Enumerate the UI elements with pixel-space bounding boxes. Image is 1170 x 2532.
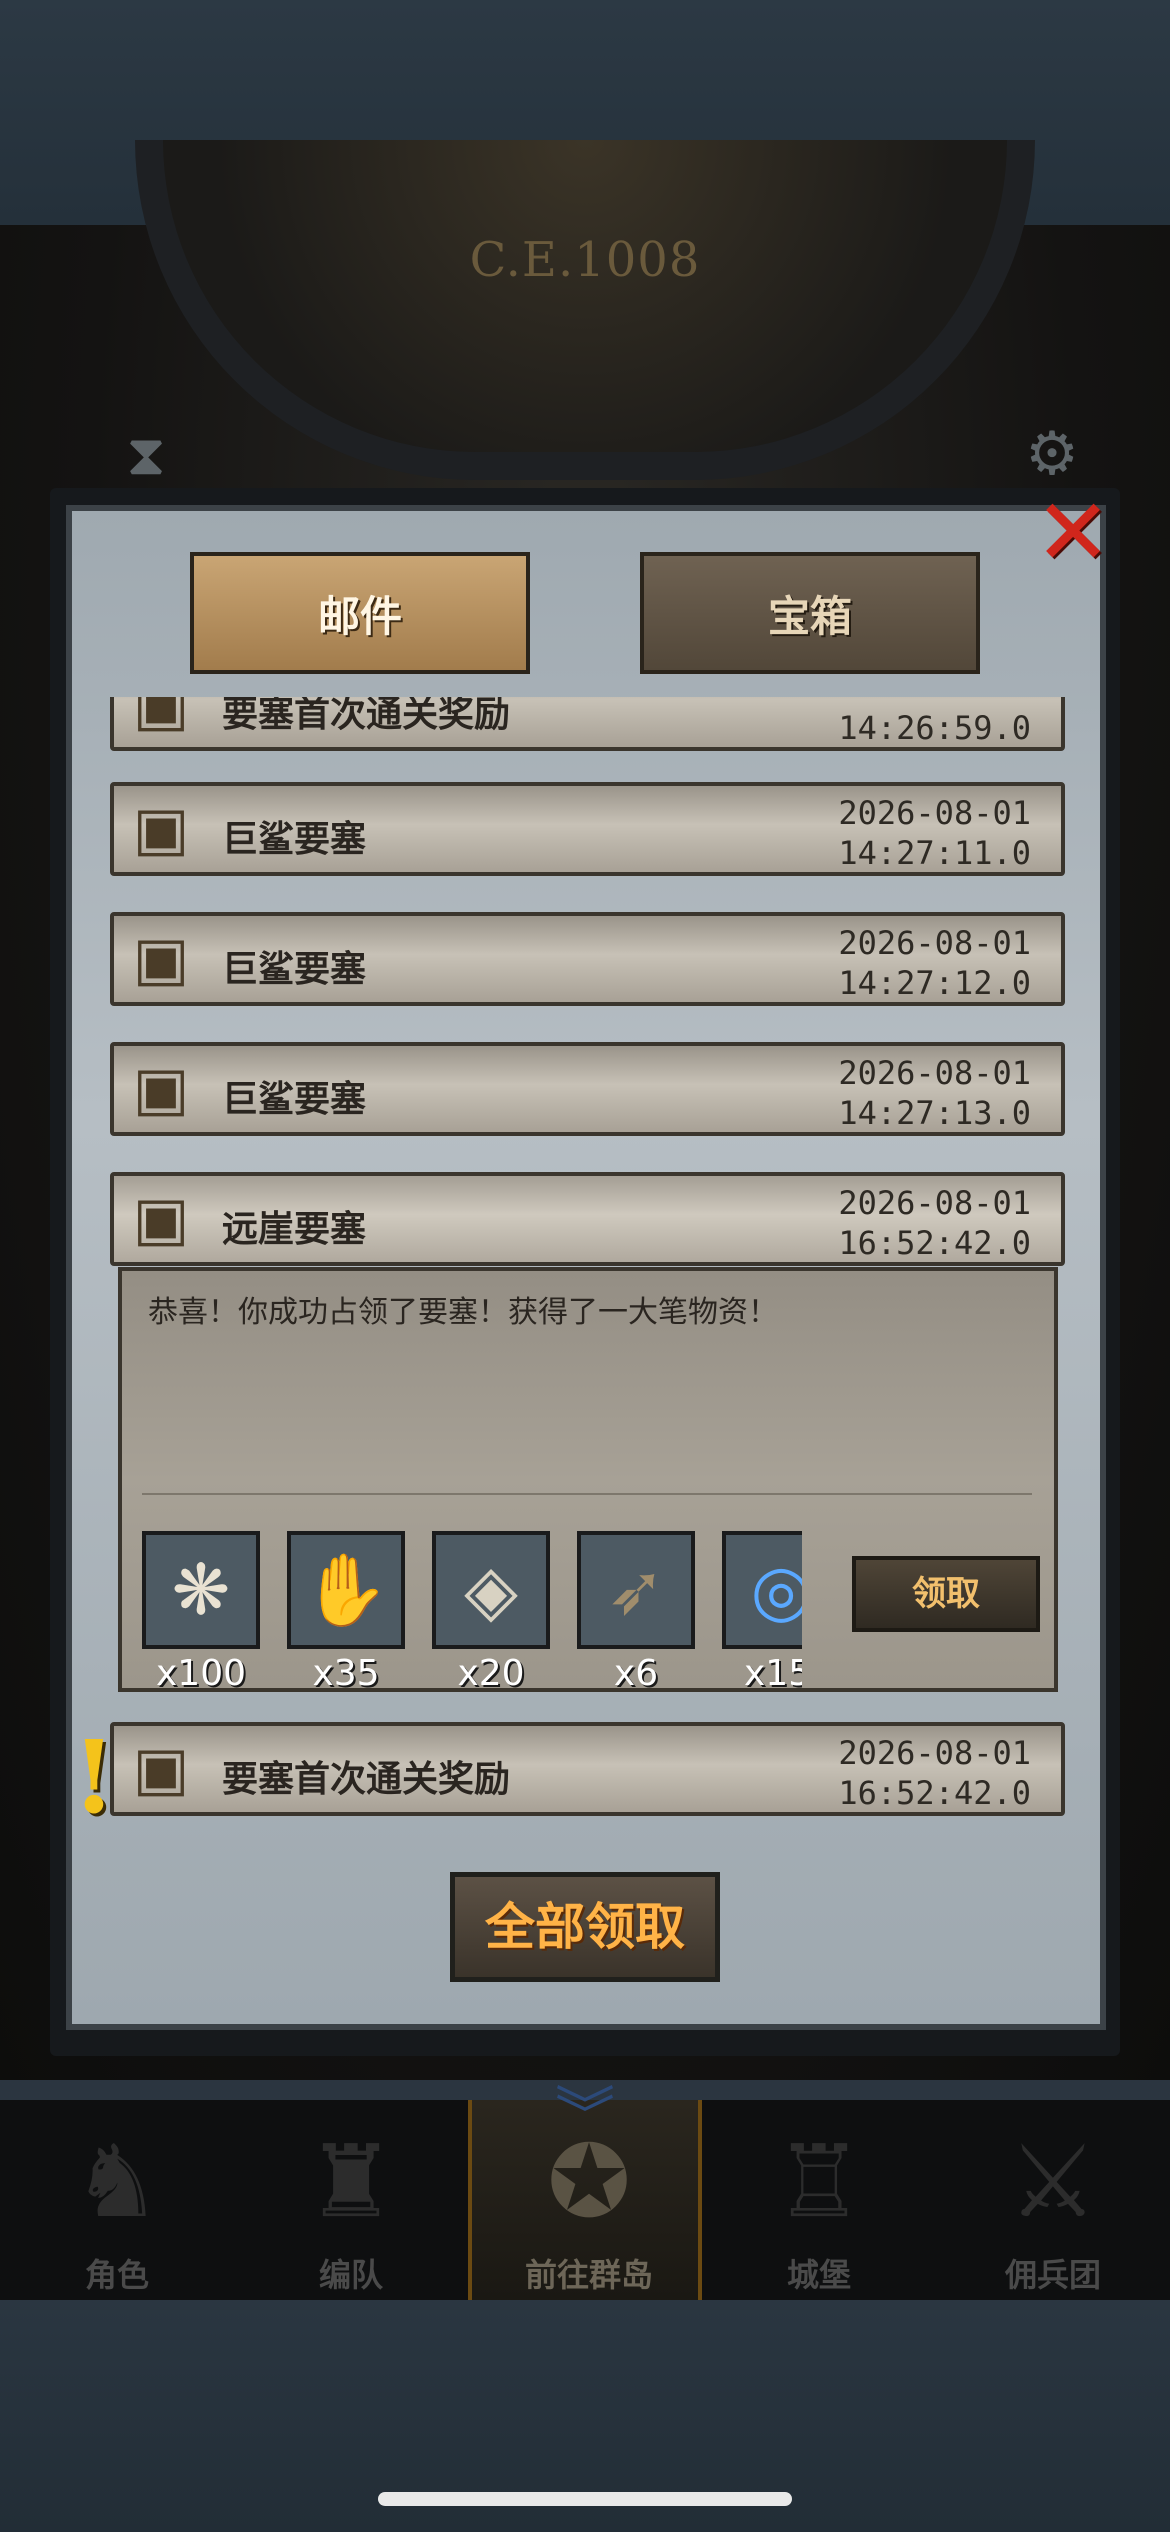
nav-label: 前往群岛	[524, 2256, 653, 2294]
mail-date: 2026-08-01	[838, 1184, 1031, 1222]
mail-row[interactable]: ▣ 要塞首次通关奖励 2026-08-01 16:52:42.0	[110, 1722, 1065, 1816]
home-indicator[interactable]	[378, 2492, 792, 2506]
tab-chest[interactable]: 宝箱	[640, 552, 980, 674]
reward-item[interactable]: ❋ x100	[142, 1531, 260, 1694]
chest-icon: ▣	[132, 924, 190, 994]
mercenary-icon: ⚔	[1008, 2123, 1098, 2240]
knight-icon: ♞	[72, 2123, 162, 2240]
nav-label: 佣兵团	[1004, 2256, 1101, 2294]
chest-icon: ▣	[132, 1054, 190, 1124]
tab-mail[interactable]: 邮件	[190, 552, 530, 674]
chest-icon: ▣	[132, 794, 190, 864]
mail-row[interactable]: ▣ 要塞首次通关奖励 14:26:59.0	[110, 697, 1065, 751]
reward-quantity: x35	[312, 1653, 380, 1694]
mail-title: 远崖要塞	[222, 1209, 367, 1250]
chest-icon: ▣	[132, 697, 190, 739]
reward-quantity: x20	[457, 1653, 525, 1694]
reward-item[interactable]: ✋ x35	[287, 1531, 405, 1694]
nav-item-mercenary[interactable]: ⚔ 佣兵团	[936, 2100, 1170, 2300]
nav-item-castle[interactable]: ♖ 城堡	[702, 2100, 936, 2300]
chevron-down-icon: ︾	[555, 2081, 615, 2151]
team-icon: ♜	[306, 2123, 396, 2240]
mail-time: 14:26:59.0	[838, 709, 1031, 747]
mail-time: 14:27:12.0	[838, 964, 1031, 1002]
beast-claw-icon: ✋	[302, 1549, 390, 1631]
mail-time: 16:52:42.0	[838, 1224, 1031, 1262]
scaled-hide-icon: ◈	[464, 1549, 518, 1631]
nav-label: 编队	[318, 2256, 383, 2294]
nav-item-character[interactable]: ♞ 角色	[0, 2100, 234, 2300]
mail-title: 要塞首次通关奖励	[222, 697, 511, 735]
reward-slot: ◎	[722, 1531, 802, 1649]
era-year-label: C.E.1008	[469, 232, 701, 288]
nav-label: 角色	[84, 2256, 149, 2294]
hourglass-icon[interactable]: ⧗	[110, 420, 182, 492]
mail-date: 2026-08-01	[838, 1054, 1031, 1092]
mail-row[interactable]: ▣ 巨鲨要塞 2026-08-01 14:27:13.0	[110, 1042, 1065, 1136]
mail-date: 2026-08-01	[838, 924, 1031, 962]
mail-message: 恭喜！你成功占领了要塞！获得了一大笔物资！	[148, 1295, 778, 1330]
reward-quantity: x100	[155, 1653, 247, 1694]
mail-row[interactable]: ▣ 巨鲨要塞 2026-08-01 14:27:12.0	[110, 912, 1065, 1006]
castle-icon: ♖	[774, 2123, 864, 2240]
claim-all-button[interactable]: 全部领取	[450, 1872, 720, 1982]
mail-time: 14:27:11.0	[838, 834, 1031, 872]
reward-item[interactable]: ◈ x20	[432, 1531, 550, 1694]
mail-list[interactable]: ▣ 要塞首次通关奖励 14:26:59.0 ▣ 巨鲨要塞 2026-08-01 …	[100, 697, 1080, 1837]
mail-time: 14:27:13.0	[838, 1094, 1031, 1132]
reward-slot: ◈	[432, 1531, 550, 1649]
fur-pelt-icon: ❋	[171, 1549, 231, 1631]
mail-title: 巨鲨要塞	[222, 949, 367, 990]
mail-time: 16:52:42.0	[838, 1774, 1031, 1812]
reward-quantity: x15	[744, 1653, 802, 1694]
mail-detail: 恭喜！你成功占领了要塞！获得了一大笔物资！ ❋ x100 ✋ x35 ◈ x20…	[118, 1267, 1058, 1694]
reward-item[interactable]: ◎ x15	[722, 1531, 802, 1694]
divider	[142, 1493, 1032, 1495]
chest-icon: ▣	[132, 1734, 190, 1804]
reward-slot: ➶	[577, 1531, 695, 1649]
mail-date: 2026-08-01	[838, 794, 1031, 832]
mail-title: 巨鲨要塞	[222, 819, 367, 860]
reward-item[interactable]: ➶ x6	[577, 1531, 695, 1694]
close-icon[interactable]: ✕	[1030, 487, 1116, 579]
reward-quantity: x6	[613, 1653, 659, 1694]
open-chest-icon: ▣	[132, 1184, 190, 1254]
mail-row[interactable]: ▣ 巨鲨要塞 2026-08-01 14:27:11.0	[110, 782, 1065, 876]
mail-title: 要塞首次通关奖励	[222, 1759, 511, 1800]
claim-button[interactable]: 领取	[852, 1556, 1040, 1632]
reward-slot: ❋	[142, 1531, 260, 1649]
mail-title: 巨鲨要塞	[222, 1079, 367, 1120]
blue-ring-icon: ◎	[750, 1549, 802, 1631]
mail-row-expanded[interactable]: ▣ 远崖要塞 2026-08-01 16:52:42.0	[110, 1172, 1065, 1266]
nav-item-team[interactable]: ♜ 编队	[234, 2100, 468, 2300]
new-mail-alert-icon: !	[72, 1718, 116, 1836]
nav-label: 城堡	[786, 2256, 851, 2294]
mail-date: 2026-08-01	[838, 1734, 1031, 1772]
horn-icon: ➶	[606, 1549, 666, 1631]
reward-slot: ✋	[287, 1531, 405, 1649]
